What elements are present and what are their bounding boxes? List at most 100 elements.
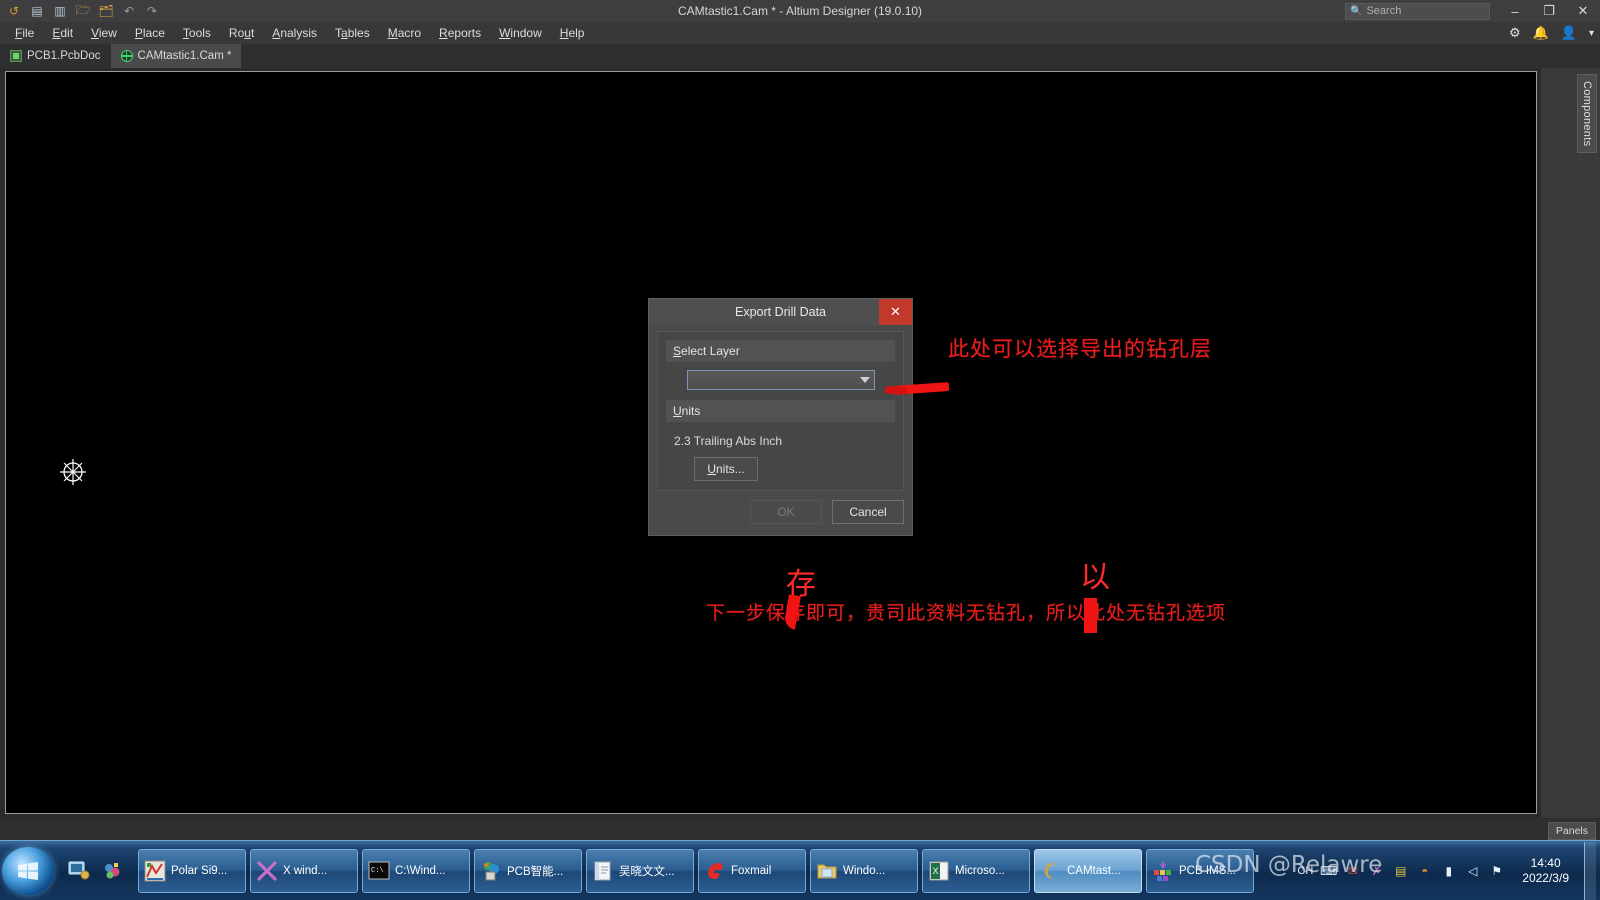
dialog-title-bar: Export Drill Data ✕ [649,299,912,325]
windows-taskbar: Polar Si9... X wind... C:\ C:\Wind... PC… [0,840,1600,900]
document-tab-strip: PCB1.PcbDoc CAMtastic1.Cam * [0,44,1600,68]
doc-tab-label: CAMtastic1.Cam * [137,50,232,62]
notepad-icon [592,860,614,882]
undo-icon[interactable]: ↶ [119,2,139,20]
panels-button[interactable]: Panels [1547,822,1596,840]
altium-logo-icon[interactable]: ↺ [4,2,24,20]
network-tray-icon[interactable]: ▮ [1440,862,1457,879]
antivirus-tray-icon[interactable]: ◓ [1416,862,1433,879]
menu-bar: File Edit View Place Tools Rout Analysis… [0,22,1600,44]
cam-doc-icon [120,50,133,62]
menu-help[interactable]: Help [551,23,594,43]
restore-button[interactable]: ❐ [1532,0,1566,22]
altium-designer-window: ↺ ▤ ▥ 🗁 🗂 ↶ ↷ CAMtastic1.Cam * - Altium … [0,0,1600,900]
doc-tab-pcb1[interactable]: PCB1.PcbDoc [0,44,111,68]
notifications-bell-icon[interactable]: 🔔 [1533,25,1549,41]
menu-window[interactable]: Window [490,23,551,43]
menu-edit[interactable]: Edit [43,23,82,43]
search-input[interactable] [1366,5,1485,17]
volume-tray-icon[interactable]: ◁ [1464,862,1481,879]
pcb-doc-icon [10,50,22,62]
open-project-icon[interactable]: 🗂 [96,2,116,20]
menu-file[interactable]: File [6,23,43,43]
taskbar-button-pcb-tool[interactable]: PCB智能... [474,848,582,893]
system-tray: CH ⌨ ✉ ✗ ▤ ◓ ▮ ◁ ⚑ 14:40 2022/3/9 [1297,841,1600,900]
chevron-down-icon[interactable] [856,371,874,389]
close-button[interactable]: ✕ [1566,0,1600,22]
excel-icon: X [928,860,950,882]
taskbar-button-label: CAMtast... [1067,864,1121,877]
menu-analysis[interactable]: Analysis [263,23,326,43]
taskbar-button-label: C:\Wind... [395,864,446,877]
annotation-select-layer: 此处可以选择导出的钻孔层 [948,337,1212,361]
menu-tools[interactable]: Tools [174,23,220,43]
action-center-tray-icon[interactable]: ⚑ [1488,862,1505,879]
taskbar-button-excel[interactable]: X Microso... [922,848,1030,893]
taskbar-button-foxmail[interactable]: Foxmail [698,848,806,893]
search-box[interactable]: 🔍 [1345,2,1490,20]
ime-language-indicator[interactable]: CH [1297,865,1313,877]
settings-gear-icon[interactable]: ⚙ [1509,25,1521,41]
xwindow-tray-icon[interactable]: ✗ [1368,862,1385,879]
units-group-label: Units [666,400,895,422]
altium-icon [1040,860,1062,882]
taskbar-button-xwindow[interactable]: X wind... [250,848,358,893]
command-prompt-icon: C:\ [368,860,390,882]
right-panel-rail: Components [1541,68,1600,818]
taskbar-button-notepad[interactable]: 吴晓文文... [586,848,694,893]
search-icon: 🔍 [1350,5,1363,17]
status-bar [0,818,1600,840]
panel-tab-components[interactable]: Components [1577,74,1597,154]
clock-time: 14:40 [1530,855,1561,870]
save-as-icon[interactable]: ▥ [50,2,70,20]
media-icon[interactable] [98,854,128,888]
taskbar-button-command-prompt[interactable]: C:\ C:\Wind... [362,848,470,893]
menu-reports[interactable]: Reports [430,23,490,43]
start-button[interactable] [2,846,54,895]
doc-tab-camtastic1[interactable]: CAMtastic1.Cam * [110,44,242,68]
pcb-tool-icon [480,860,502,882]
title-bar: ↺ ▤ ▥ 🗁 🗂 ↶ ↷ CAMtastic1.Cam * - Altium … [0,0,1600,22]
svg-text:X: X [933,866,939,876]
cancel-button[interactable]: Cancel [832,500,904,524]
menu-view[interactable]: View [82,23,126,43]
minimize-button[interactable]: – [1498,0,1532,22]
ime-keyboard-icon[interactable]: ⌨ [1320,862,1337,879]
show-desktop-button[interactable] [1584,841,1596,900]
account-icon[interactable]: 👤 [1561,25,1577,41]
menu-macro[interactable]: Macro [379,23,430,43]
open-file-icon[interactable]: 🗁 [73,2,93,20]
window-tray-icon[interactable]: ▤ [1392,862,1409,879]
units-button[interactable]: Units... [694,457,758,481]
show-desktop-icon[interactable] [64,854,94,888]
redo-icon[interactable]: ↷ [142,2,162,20]
save-icon[interactable]: ▤ [27,2,47,20]
ime-candidate-char-2: 以 [1080,560,1110,595]
doc-tab-label: PCB1.PcbDoc [27,50,101,62]
select-layer-group-label: Select Layer [666,340,895,362]
annotation-next-step: 下一步保存即可，贵司此资料无钻孔，所以此处无钻孔选项 [706,602,1227,624]
taskbar-clock[interactable]: 14:40 2022/3/9 [1516,856,1577,886]
taskbar-button-polar-si9000[interactable]: Polar Si9... [138,848,246,893]
dialog-title: Export Drill Data [735,305,826,319]
taskbar-button-label: 吴晓文文... [619,865,675,878]
menu-place[interactable]: Place [126,23,174,43]
annotation-bar-stroke [1084,598,1097,633]
dialog-close-button[interactable]: ✕ [879,299,912,325]
menu-bar-right-icons: ⚙ 🔔 👤 ▾ [1509,22,1594,44]
menu-rout[interactable]: Rout [220,23,263,43]
quick-launch-area [64,854,128,888]
chevron-down-icon[interactable]: ▾ [1589,28,1594,39]
menu-tables[interactable]: Tables [326,23,379,43]
taskbar-button-label: PCB智能... [507,865,564,878]
taskbar-button-pcb-ims[interactable]: PCB IMS... [1146,848,1254,893]
xwindow-icon [256,860,278,882]
taskbar-button-camtastic[interactable]: CAMtast... [1034,848,1142,893]
ok-button[interactable]: OK [750,500,822,524]
taskbar-button-label: Microso... [955,864,1005,877]
taskbar-button-explorer[interactable]: Windo... [810,848,918,893]
foxmail-tray-icon[interactable]: ✉ [1344,862,1361,879]
quick-access-toolbar: ↺ ▤ ▥ 🗁 🗂 ↶ ↷ [0,2,162,20]
select-layer-dropdown[interactable] [686,370,875,390]
taskbar-button-label: PCB IMS... [1179,864,1236,877]
